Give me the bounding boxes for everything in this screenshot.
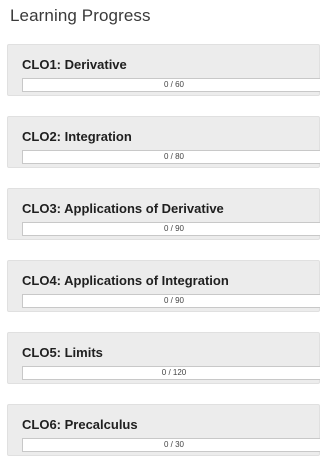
outcome-card-clo6[interactable]: CLO6: Precalculus 0 / 30 xyxy=(7,404,320,456)
outcome-card-clo1[interactable]: CLO1: Derivative 0 / 60 xyxy=(7,44,320,96)
progress-bar: 0 / 90 xyxy=(22,222,320,236)
progress-text: 0 / 120 xyxy=(161,368,187,377)
progress-text: 0 / 60 xyxy=(163,80,184,89)
outcome-title: CLO2: Integration xyxy=(22,129,132,144)
progress-text: 0 / 30 xyxy=(163,440,184,449)
progress-bar: 0 / 60 xyxy=(22,78,320,92)
progress-bar: 0 / 120 xyxy=(22,366,320,380)
outcome-title: CLO5: Limits xyxy=(22,345,103,360)
outcome-title: CLO3: Applications of Derivative xyxy=(22,201,224,216)
outcome-card-clo3[interactable]: CLO3: Applications of Derivative 0 / 90 xyxy=(7,188,320,240)
progress-bar: 0 / 90 xyxy=(22,294,320,308)
progress-text: 0 / 90 xyxy=(163,296,184,305)
outcome-list: CLO1: Derivative 0 / 60 CLO2: Integratio… xyxy=(7,44,320,476)
progress-bar: 0 / 80 xyxy=(22,150,320,164)
outcome-title: CLO4: Applications of Integration xyxy=(22,273,229,288)
progress-bar: 0 / 30 xyxy=(22,438,320,452)
outcome-card-clo4[interactable]: CLO4: Applications of Integration 0 / 90 xyxy=(7,260,320,312)
outcome-card-clo2[interactable]: CLO2: Integration 0 / 80 xyxy=(7,116,320,168)
progress-text: 0 / 90 xyxy=(163,224,184,233)
progress-text: 0 / 80 xyxy=(163,152,184,161)
outcome-title: CLO1: Derivative xyxy=(22,57,127,72)
outcome-title: CLO6: Precalculus xyxy=(22,417,138,432)
page-title: Learning Progress xyxy=(10,6,151,25)
outcome-card-clo5[interactable]: CLO5: Limits 0 / 120 xyxy=(7,332,320,384)
